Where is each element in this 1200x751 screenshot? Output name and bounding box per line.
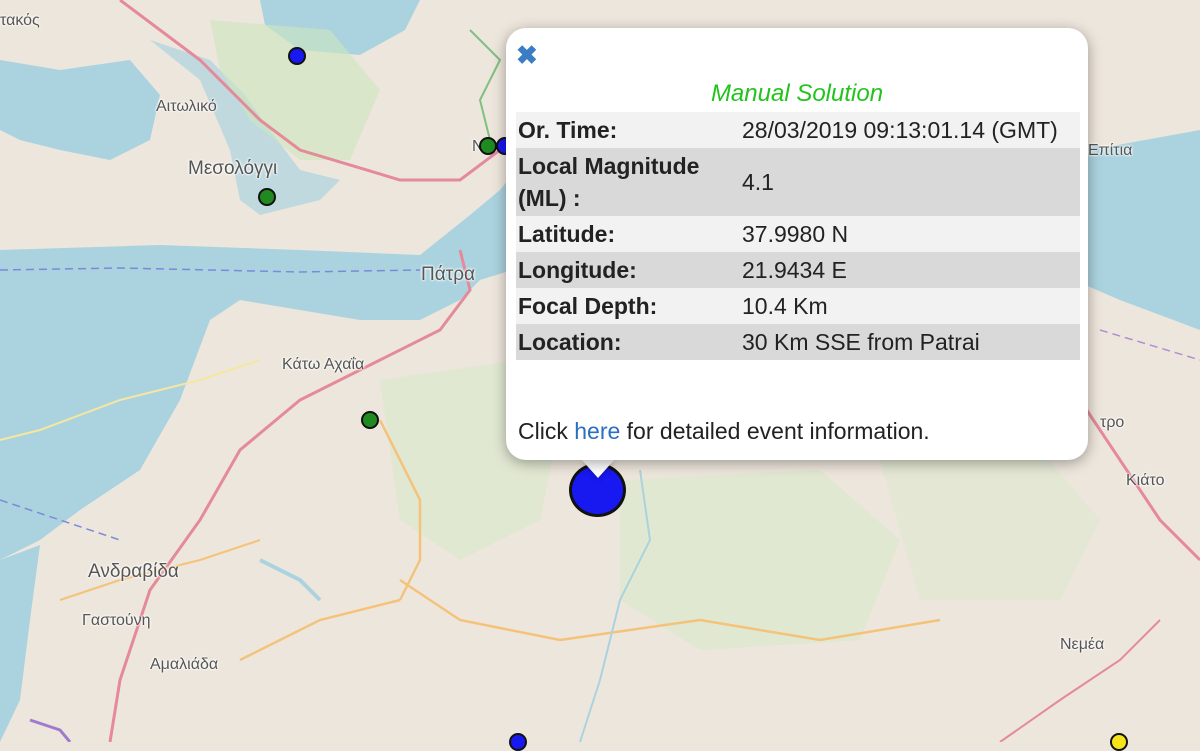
earthquake-marker[interactable] [361, 411, 379, 429]
row-label: Latitude: [518, 221, 616, 247]
solution-status: Manual Solution [710, 80, 884, 107]
row-value: 4.1 [742, 169, 774, 195]
row-label: Longitude: [518, 257, 637, 283]
earthquake-marker[interactable] [1110, 733, 1128, 751]
row-label: Focal Depth: [518, 293, 658, 319]
row-value: 28/03/2019 09:13:01.14 (GMT) [742, 117, 1058, 143]
place-label: Κιάτο [1126, 472, 1165, 489]
table-row: Location: 30 Km SSE from Patrai [516, 324, 1080, 360]
row-value: 21.9434 E [742, 257, 847, 283]
close-icon[interactable]: ✖ [516, 42, 538, 68]
row-label: Or. Time: [518, 117, 618, 143]
footer-text-before: Click [518, 418, 568, 444]
row-value: 10.4 Km [742, 293, 828, 319]
row-value: 30 Km SSE from Patrai [742, 329, 980, 355]
earthquake-marker[interactable] [288, 47, 306, 65]
place-label: Νεμέα [1060, 636, 1105, 653]
footer-text-after: for detailed event information. [626, 418, 930, 444]
row-label: Location: [518, 329, 622, 355]
table-row: Longitude: 21.9434 E [516, 252, 1080, 288]
earthquake-marker[interactable] [479, 137, 497, 155]
place-label: τρο [1100, 414, 1125, 431]
place-label: τακός [0, 12, 40, 29]
event-info-table: Or. Time: 28/03/2019 09:13:01.14 (GMT) L… [516, 112, 1080, 360]
place-label: Κάτω Αχαΐα [282, 356, 365, 373]
earthquake-marker[interactable] [509, 733, 527, 751]
table-row: Or. Time: 28/03/2019 09:13:01.14 (GMT) [516, 112, 1080, 148]
place-label: Γαστούνη [82, 612, 151, 629]
table-row: Local Magnitude (ML) : 4.1 [516, 148, 1080, 216]
place-label: Επίτια [1088, 142, 1133, 159]
place-label: Μεσολόγγι [188, 158, 278, 179]
place-label: Ανδραβίδα [88, 561, 179, 582]
popup-tip [580, 458, 616, 478]
table-row: Latitude: 37.9980 N [516, 216, 1080, 252]
row-value: 37.9980 N [742, 221, 849, 247]
event-popup: ✖ Manual Solution Or. Time: 28/03/2019 0… [506, 28, 1088, 460]
earthquake-marker[interactable] [258, 188, 276, 206]
place-label: Πάτρα [421, 264, 476, 285]
details-link[interactable]: here [574, 418, 620, 444]
popup-footer: Click here for detailed event informatio… [518, 418, 930, 445]
place-label: Αιτωλικό [156, 98, 217, 115]
place-label: Αμαλιάδα [150, 656, 219, 673]
row-label: Local Magnitude (ML) : [518, 153, 700, 211]
table-row: Focal Depth: 10.4 Km [516, 288, 1080, 324]
